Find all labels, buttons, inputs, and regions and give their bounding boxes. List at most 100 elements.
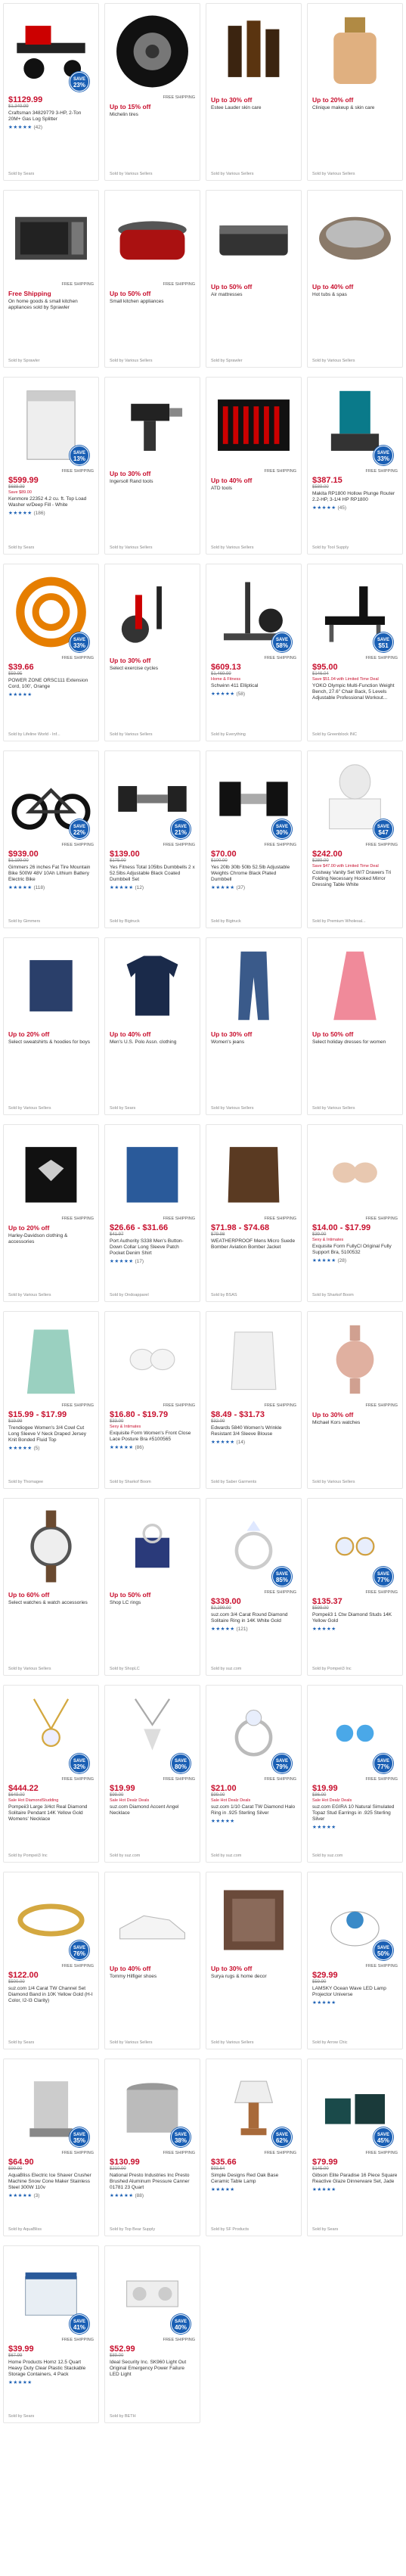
product-title[interactable]: Ingersoll Rand tools <box>110 479 195 485</box>
product-image[interactable] <box>312 8 398 95</box>
product-image[interactable]: SAVE 79% <box>211 1690 296 1776</box>
product-card-c40[interactable]: SAVE 77% FREE SHIPPING $19.99 $86.00 Sale… <box>307 1685 403 1863</box>
product-title[interactable]: suz.com Diamond Accent Angel Necklace <box>110 1804 195 1816</box>
product-image[interactable] <box>110 1130 195 1216</box>
product-title[interactable]: ATD tools <box>211 486 296 492</box>
product-image[interactable]: SAVE 13% <box>8 382 94 468</box>
product-image[interactable]: SAVE 33% <box>312 382 398 468</box>
product-card-c23[interactable]: Up to 30% off Women's jeans Sold by Vari… <box>206 937 302 1115</box>
product-image[interactable] <box>110 1316 195 1403</box>
product-title[interactable]: YOKO Olympic Multi-Function Weight Bench… <box>312 683 398 701</box>
product-card-c45[interactable]: SAVE 35% FREE SHIPPING $64.90 $99.90 Aqua… <box>3 2059 99 2236</box>
product-image[interactable]: SAVE 40% <box>110 2251 195 2337</box>
product-card-c21[interactable]: Up to 20% off Select sweatshirts & hoodi… <box>3 937 99 1115</box>
review-count[interactable]: (121) <box>235 1627 247 1632</box>
product-image[interactable]: SAVE 50% <box>312 1877 398 1963</box>
product-card-c49[interactable]: SAVE 41% FREE SHIPPING $39.99 $67.99 Home… <box>3 2245 99 2423</box>
product-card-c19[interactable]: SAVE 30% FREE SHIPPING $70.00 $100.00 Yes… <box>206 750 302 928</box>
product-card-c36[interactable]: SAVE 77% FREE SHIPPING $135.37 $599.00 Po… <box>307 1498 403 1676</box>
product-title[interactable]: Clinique makeup & skin care <box>312 105 398 111</box>
product-image[interactable]: SAVE 23% <box>8 8 94 95</box>
product-card-c13[interactable]: SAVE 33% FREE SHIPPING $39.66 $59.95 POWE… <box>3 564 99 741</box>
product-title[interactable]: suz.com 1/10 Carat TW Diamond Halo Ring … <box>211 1804 296 1816</box>
product-title[interactable]: Shop LC rings <box>110 1600 195 1606</box>
product-title[interactable]: Makita RP1800 Hollow Plunge Router 2.2-H… <box>312 491 398 503</box>
product-image[interactable] <box>8 1503 94 1589</box>
review-count[interactable]: (5) <box>33 1446 39 1451</box>
product-card-c20[interactable]: SAVE $47 FREE SHIPPING $242.00 $289.00 Sa… <box>307 750 403 928</box>
review-count[interactable]: (86) <box>134 1445 144 1450</box>
product-image[interactable]: SAVE 32% <box>8 1690 94 1776</box>
product-title[interactable]: POWER ZONE ORSC111 Extension Cord, 100',… <box>8 678 94 690</box>
product-title[interactable]: Trendiogee Women's 3/4 Cowl Cut Long Sle… <box>8 1425 94 1443</box>
product-image[interactable] <box>211 1877 296 1963</box>
product-card-c42[interactable]: Up to 40% off Tommy Hilfiger shoes Sold … <box>104 1872 200 2049</box>
product-image[interactable]: SAVE 80% <box>110 1690 195 1776</box>
review-count[interactable]: (186) <box>33 511 45 516</box>
product-title[interactable]: Costway Vanity Set W/7 Drawers Tri Foldi… <box>312 870 398 888</box>
product-card-c18[interactable]: SAVE 21% FREE SHIPPING $139.00 $175.00 Ye… <box>104 750 200 928</box>
product-card-c3[interactable]: Up to 30% off Estee Lauder skin care Sol… <box>206 3 302 181</box>
product-title[interactable]: Edwards 5840 Women's Wrinkle Resistant 3… <box>211 1425 296 1437</box>
product-card-c24[interactable]: Up to 50% off Select holiday dresses for… <box>307 937 403 1115</box>
product-title[interactable]: Women's jeans <box>211 1039 296 1046</box>
product-title[interactable]: Kenmore 22352 4.2 cu. ft. Top Load Washe… <box>8 496 94 508</box>
product-card-c39[interactable]: SAVE 79% FREE SHIPPING $21.00 $99.00 Sale… <box>206 1685 302 1863</box>
product-card-c16[interactable]: SAVE $51 FREE SHIPPING $95.00 $146.04 Sav… <box>307 564 403 741</box>
product-image[interactable]: SAVE 45% <box>312 2064 398 2150</box>
product-image[interactable]: SAVE 38% <box>110 2064 195 2150</box>
product-card-c44[interactable]: SAVE 50% FREE SHIPPING $29.99 $59.90 LAMS… <box>307 1872 403 2049</box>
product-title[interactable]: Air mattresses <box>211 292 296 298</box>
product-title[interactable]: Small kitchen appliances <box>110 299 195 305</box>
product-image[interactable] <box>110 569 195 655</box>
product-title[interactable]: suz.com EGIRA 10 Natural Simulated Topaz… <box>312 1804 398 1822</box>
product-image[interactable] <box>8 943 94 1029</box>
product-card-c6[interactable]: FREE SHIPPING Up to 50% off Small kitche… <box>104 190 200 368</box>
product-image[interactable] <box>110 1503 195 1589</box>
product-card-c28[interactable]: FREE SHIPPING $14.00 - $17.99 $39.00 Sex… <box>307 1124 403 1302</box>
product-title[interactable]: Pompeii3 1 Ctw Diamond Studs 14K Yellow … <box>312 1612 398 1624</box>
product-image[interactable]: SAVE 85% <box>211 1503 296 1589</box>
product-card-c8[interactable]: Up to 40% off Hot tubs & spas Sold by Va… <box>307 190 403 368</box>
review-count[interactable]: (88) <box>134 2193 144 2198</box>
product-image[interactable]: SAVE 33% <box>8 569 94 655</box>
product-card-c7[interactable]: Up to 50% off Air mattresses Sold by Spr… <box>206 190 302 368</box>
product-title[interactable]: Exquisite Form FullyCl Original Fully Su… <box>312 1244 398 1256</box>
product-title[interactable]: Men's U.S. Polo Assn. clothing <box>110 1039 195 1046</box>
product-image[interactable] <box>110 195 195 281</box>
product-title[interactable]: Pompeii3 Large 3/4ct Real Diamond Solita… <box>8 1804 94 1822</box>
review-count[interactable]: (14) <box>235 1440 245 1445</box>
review-count[interactable]: (118) <box>33 885 45 890</box>
product-card-c17[interactable]: SAVE 22% FREE SHIPPING $939.00 $1,199.00 … <box>3 750 99 928</box>
product-image[interactable] <box>110 943 195 1029</box>
review-count[interactable]: (37) <box>235 885 245 890</box>
product-card-c9[interactable]: SAVE 13% FREE SHIPPING $599.99 $688.99 Sa… <box>3 377 99 555</box>
review-count[interactable]: (42) <box>33 125 42 130</box>
product-image[interactable] <box>211 1130 296 1216</box>
review-count[interactable]: (45) <box>336 505 346 511</box>
product-image[interactable] <box>110 1877 195 1963</box>
product-image[interactable] <box>8 195 94 281</box>
product-image[interactable] <box>312 1130 398 1216</box>
product-title[interactable]: Select exercise cycles <box>110 666 195 672</box>
review-count[interactable]: (28) <box>336 1258 346 1263</box>
product-image[interactable] <box>110 382 195 468</box>
product-image[interactable]: SAVE 76% <box>8 1877 94 1963</box>
product-title[interactable]: Michael Kors watches <box>312 1420 398 1426</box>
product-title[interactable]: LAMSKY Ocean Wave LED Lamp Projector Uni… <box>312 1986 398 1998</box>
product-title[interactable]: Yes Fitness Total 105lbs Dumbbells 2 x 5… <box>110 865 195 883</box>
product-image[interactable]: SAVE 77% <box>312 1690 398 1776</box>
product-title[interactable]: Craftsman 34829779 3-HP, 2-Ton 20M+ Gas … <box>8 110 94 123</box>
product-title[interactable]: suz.com 3/4 Carat Round Diamond Solitair… <box>211 1612 296 1624</box>
product-title[interactable]: AquaBliss Electric Ice Shaver Crusher Ma… <box>8 2173 94 2191</box>
product-card-c47[interactable]: SAVE 62% FREE SHIPPING $35.66 $93.64 Simp… <box>206 2059 302 2236</box>
product-card-c29[interactable]: FREE SHIPPING $15.99 - $17.99 $19.99 Tre… <box>3 1311 99 1489</box>
product-image[interactable] <box>312 1316 398 1403</box>
product-card-c5[interactable]: FREE SHIPPING Free Shipping On home good… <box>3 190 99 368</box>
product-card-c30[interactable]: FREE SHIPPING $16.80 - $19.79 $33.00 Sex… <box>104 1311 200 1489</box>
product-title[interactable]: Port Authority S338 Men's Button-Down Co… <box>110 1238 195 1257</box>
product-card-c26[interactable]: FREE SHIPPING $26.66 - $31.66 $41.97 Por… <box>104 1124 200 1302</box>
product-image[interactable] <box>8 1316 94 1403</box>
product-title[interactable]: On home goods & small kitchen appliances… <box>8 299 94 311</box>
product-card-c46[interactable]: SAVE 38% FREE SHIPPING $130.99 $210.00 Na… <box>104 2059 200 2236</box>
